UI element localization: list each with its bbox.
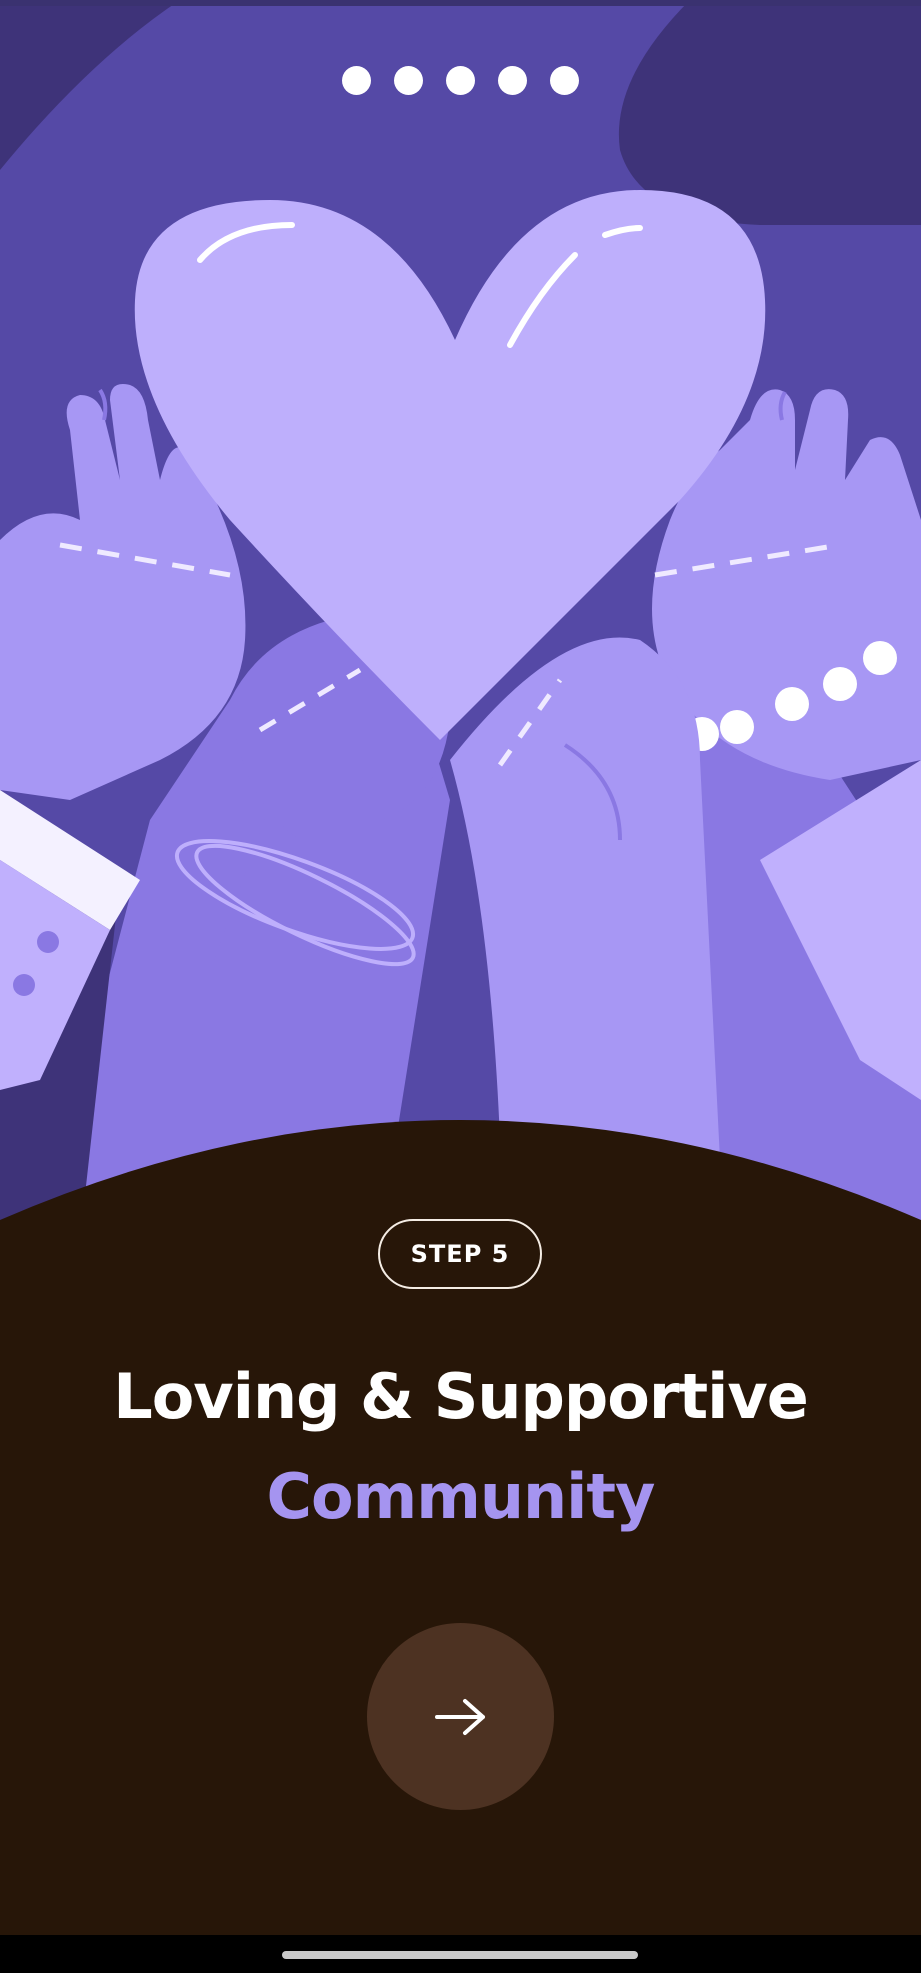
next-button[interactable] (367, 1623, 554, 1810)
onboarding-screen: STEP 5 Loving & Supportive Community (0, 0, 921, 1973)
page-title-accent: Community (266, 1460, 656, 1533)
arrow-right-icon (434, 1698, 485, 1735)
page-dot-4[interactable] (498, 66, 527, 95)
page-dot-2[interactable] (394, 66, 423, 95)
page-dot-5[interactable] (550, 66, 579, 95)
step-badge: STEP 5 (378, 1219, 542, 1289)
page-dot-1[interactable] (342, 66, 371, 95)
status-bar (0, 0, 921, 6)
page-dot-3[interactable] (446, 66, 475, 95)
hero-illustration (0, 0, 921, 1240)
home-indicator[interactable] (282, 1951, 638, 1959)
page-indicator (0, 66, 921, 95)
page-title: Loving & Supportive (113, 1360, 809, 1433)
